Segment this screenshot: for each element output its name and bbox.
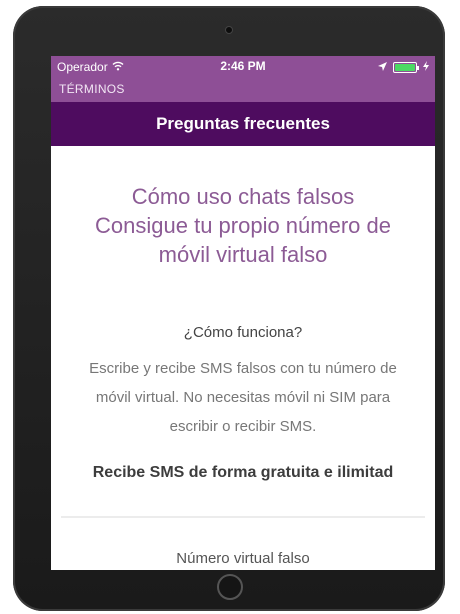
screen: Operador 2:46 PM TÉRMINOS Preguntas frec… xyxy=(51,56,435,570)
how-it-works-description: Escribe y recibe SMS falsos con tu númer… xyxy=(63,354,423,441)
battery-icon xyxy=(393,61,419,73)
page-title: Preguntas frecuentes xyxy=(51,102,435,146)
charging-icon xyxy=(423,60,429,74)
free-sms-highlight: Recibe SMS de forma gratuita e ilimitad xyxy=(92,464,394,481)
heading-line: Cómo uso chats falsos xyxy=(131,184,355,209)
status-right-group xyxy=(378,60,429,74)
terms-back-button[interactable]: TÉRMINOS xyxy=(59,82,125,96)
heading-line: móvil virtual falso xyxy=(158,242,328,267)
faq-content[interactable]: Cómo uso chats falsos Consigue tu propio… xyxy=(51,146,435,570)
description-line: escribir o recibir SMS. xyxy=(169,418,317,435)
battery-level xyxy=(395,63,415,71)
home-button[interactable] xyxy=(217,574,243,600)
virtual-number-heading: Número virtual falso xyxy=(176,550,310,567)
description-line: móvil virtual. No necesitas móvil ni SIM… xyxy=(95,389,391,406)
heading-line: Consigue tu propio número de xyxy=(95,213,391,238)
front-camera xyxy=(225,26,233,34)
faq-heading: Cómo uso chats falsos Consigue tu propio… xyxy=(61,182,425,269)
description-line: Escribe y recibe SMS falsos con tu númer… xyxy=(89,360,397,377)
section-divider xyxy=(61,516,425,518)
status-bar: Operador 2:46 PM xyxy=(51,56,435,78)
tablet-device: Operador 2:46 PM TÉRMINOS Preguntas frec… xyxy=(13,6,445,611)
how-it-works-heading: ¿Cómo funciona? xyxy=(183,324,303,341)
location-arrow-icon xyxy=(378,60,387,74)
navigation-bar: TÉRMINOS xyxy=(51,78,435,102)
